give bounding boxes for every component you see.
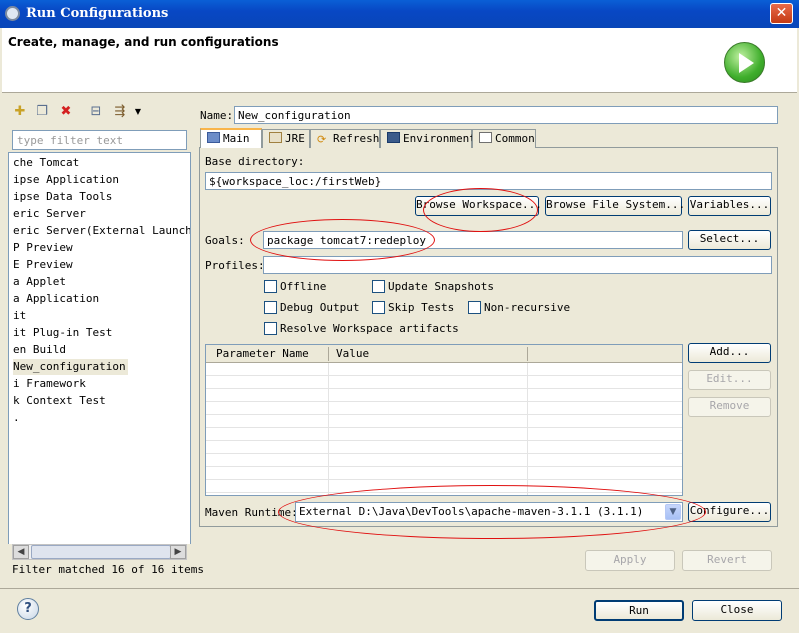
offline-label: Offline xyxy=(280,280,327,293)
edit-parameter-button[interactable]: Edit... xyxy=(688,370,771,390)
tree-item[interactable]: k Context Test xyxy=(13,393,106,409)
tree-item[interactable]: it xyxy=(13,308,26,324)
filter-input[interactable]: type filter text xyxy=(12,130,187,150)
table-row[interactable] xyxy=(206,364,682,376)
non-recursive-checkbox[interactable] xyxy=(468,301,481,314)
header-title: Create, manage, and run configurations xyxy=(8,35,279,49)
config-toolbar: ✚ ❐ ✖ ⊟ ⇶ ▼ xyxy=(8,100,190,124)
tree-item[interactable]: P Preview xyxy=(13,240,73,256)
tab-main[interactable]: Main xyxy=(200,128,262,148)
close-window-button[interactable]: ✕ xyxy=(770,3,793,24)
tab-refresh[interactable]: ⟳ Refresh xyxy=(310,129,380,148)
tree-item[interactable]: a Applet xyxy=(13,274,66,290)
profiles-label: Profiles: xyxy=(205,259,265,272)
tree-item[interactable]: a Application xyxy=(13,291,99,307)
base-directory-label: Base directory: xyxy=(205,155,305,168)
table-row[interactable] xyxy=(206,468,682,480)
debug-output-label: Debug Output xyxy=(280,301,360,314)
tab-common[interactable]: Common xyxy=(472,129,536,148)
tree-item[interactable]: eric Server(External Launch) xyxy=(13,223,190,239)
table-row[interactable] xyxy=(206,455,682,467)
filter-icon[interactable]: ⇶ xyxy=(112,104,128,120)
tree-item[interactable]: i Framework xyxy=(13,376,86,392)
close-button[interactable]: Close xyxy=(692,600,782,621)
parameters-table[interactable]: Parameter Name Value xyxy=(205,344,683,496)
tree-horizontal-scrollbar[interactable]: ◀ ▶ xyxy=(12,544,187,560)
chevron-down-icon[interactable]: ▼ xyxy=(130,104,146,120)
filter-status: Filter matched 16 of 16 items xyxy=(12,563,205,576)
config-tree: che Tomcat ipse Application ipse Data To… xyxy=(8,152,191,544)
tree-item[interactable]: . xyxy=(13,410,20,426)
common-tab-icon xyxy=(479,132,492,143)
duplicate-icon[interactable]: ❐ xyxy=(34,104,50,120)
tab-jre[interactable]: JRE xyxy=(262,129,310,148)
name-label: Name: xyxy=(200,109,234,122)
non-recursive-label: Non-recursive xyxy=(484,301,571,314)
goals-label: Goals: xyxy=(205,234,245,247)
main-tab-icon xyxy=(207,132,220,143)
tree-item[interactable]: ipse Application xyxy=(13,172,119,188)
column-parameter-name[interactable]: Parameter Name xyxy=(216,347,309,360)
window-title: Run Configurations xyxy=(26,6,169,21)
offline-checkbox[interactable] xyxy=(264,280,277,293)
title-bar: Run Configurations ✕ xyxy=(0,0,799,28)
browse-file-system-button[interactable]: Browse File System... xyxy=(545,196,685,216)
table-row[interactable] xyxy=(206,429,682,441)
run-button[interactable]: Run xyxy=(594,600,684,621)
debug-output-checkbox[interactable] xyxy=(264,301,277,314)
tree-item[interactable]: E Preview xyxy=(13,257,73,273)
jre-tab-icon xyxy=(269,132,282,143)
variables-button[interactable]: Variables... xyxy=(688,196,771,216)
tab-environment[interactable]: Environment xyxy=(380,129,476,148)
tree-item[interactable]: eric Server xyxy=(13,206,86,222)
dialog-header: Create, manage, and run configurations xyxy=(2,28,797,93)
add-parameter-button[interactable]: Add... xyxy=(688,343,771,363)
name-input[interactable]: New_configuration xyxy=(234,106,778,124)
revert-button[interactable]: Revert xyxy=(682,550,772,571)
select-button[interactable]: Select... xyxy=(688,230,771,250)
annotation-oval-runtime xyxy=(278,485,706,539)
tree-item-selected[interactable]: New_configuration xyxy=(13,359,128,375)
tree-item[interactable]: en Build xyxy=(13,342,66,358)
parameters-table-header: Parameter Name Value xyxy=(206,345,682,363)
table-row[interactable] xyxy=(206,442,682,454)
resolve-workspace-checkbox[interactable] xyxy=(264,322,277,335)
skip-tests-label: Skip Tests xyxy=(388,301,455,314)
table-row[interactable] xyxy=(206,377,682,389)
footer-divider xyxy=(0,588,799,589)
collapse-all-icon[interactable]: ⊟ xyxy=(88,104,104,120)
tree-item[interactable]: che Tomcat xyxy=(13,155,79,171)
apply-button[interactable]: Apply xyxy=(585,550,675,571)
annotation-oval-goals xyxy=(250,219,435,261)
gear-icon xyxy=(5,6,20,21)
refresh-icon: ⟳ xyxy=(317,133,327,146)
scroll-left-icon[interactable]: ◀ xyxy=(13,545,29,559)
table-row[interactable] xyxy=(206,403,682,415)
help-icon[interactable]: ? xyxy=(17,598,39,620)
remove-parameter-button[interactable]: Remove xyxy=(688,397,771,417)
table-row[interactable] xyxy=(206,416,682,428)
annotation-oval-workspace xyxy=(423,188,538,232)
tree-item[interactable]: ipse Data Tools xyxy=(13,189,112,205)
column-value[interactable]: Value xyxy=(336,347,369,360)
resolve-workspace-label: Resolve Workspace artifacts xyxy=(280,322,459,335)
delete-icon[interactable]: ✖ xyxy=(58,104,74,120)
update-snapshots-label: Update Snapshots xyxy=(388,280,494,293)
environment-icon xyxy=(387,132,400,143)
new-config-icon[interactable]: ✚ xyxy=(12,104,28,120)
table-row[interactable] xyxy=(206,390,682,402)
scroll-right-icon[interactable]: ▶ xyxy=(170,545,186,559)
skip-tests-checkbox[interactable] xyxy=(372,301,385,314)
tree-item[interactable]: it Plug-in Test xyxy=(13,325,112,341)
run-icon xyxy=(724,42,765,83)
scroll-thumb[interactable] xyxy=(31,545,171,559)
update-snapshots-checkbox[interactable] xyxy=(372,280,385,293)
